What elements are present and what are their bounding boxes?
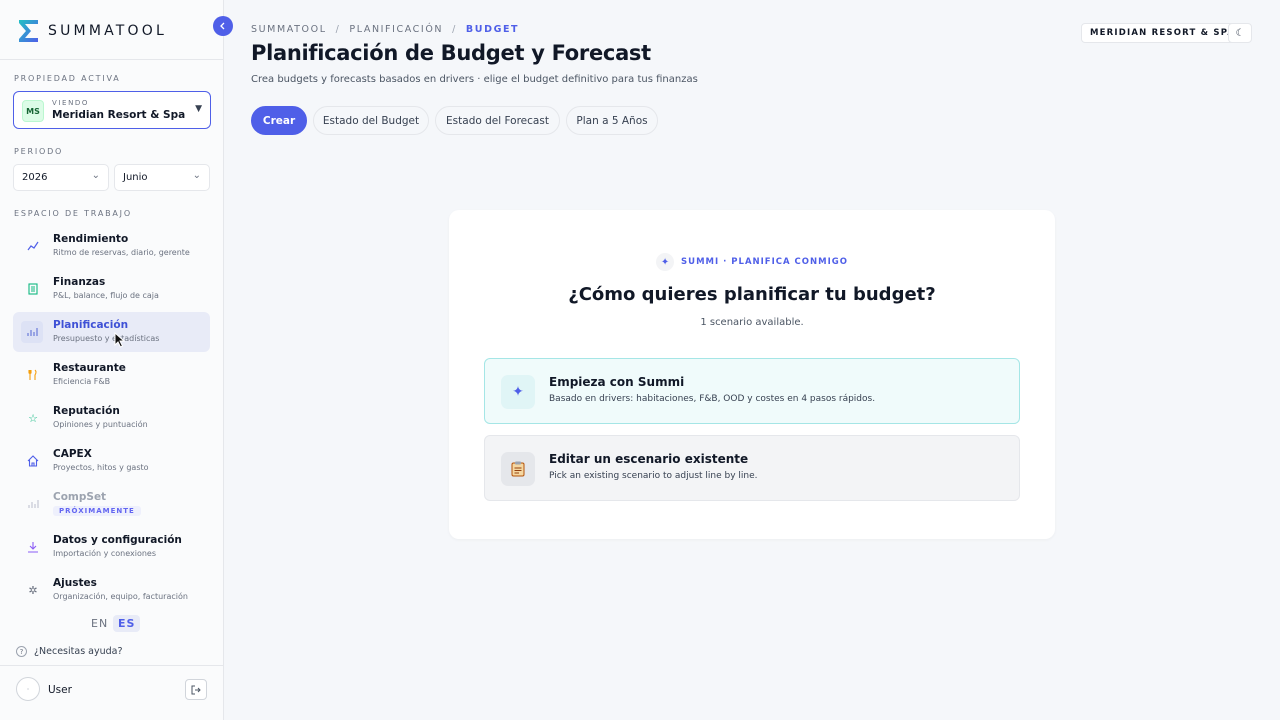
tab-crear[interactable]: Crear — [251, 106, 307, 135]
question-icon: ? — [16, 646, 27, 657]
moon-icon: ☾ — [1235, 27, 1245, 39]
trend-line-icon — [25, 238, 41, 254]
ledger-icon — [25, 281, 41, 297]
page-subtitle: Crea budgets y forecasts basados en driv… — [251, 74, 698, 85]
edit-existing-scenario-option[interactable]: Editar un escenario existente Pick an ex… — [484, 435, 1020, 501]
collapse-sidebar-button[interactable] — [213, 16, 233, 36]
sidebar-item-sub: Eficiencia F&B — [53, 377, 111, 386]
help-text: ¿Necesitas ayuda? — [34, 646, 123, 657]
start-with-summi-option[interactable]: ✦ Empieza con Summi Basado en drivers: h… — [484, 358, 1020, 424]
caret-down-icon: ▼ — [195, 104, 202, 114]
clipboard-icon — [501, 452, 535, 486]
month-value: Junio — [123, 172, 148, 183]
sidebar-item-rendimiento[interactable]: Rendimiento Ritmo de reservas, diario, g… — [13, 226, 210, 266]
breadcrumb: SUMMATOOL / PLANIFICACIÓN / BUDGET — [251, 24, 519, 35]
sidebar-item-datos[interactable]: Datos y configuración Importación y cone… — [13, 527, 210, 567]
sidebar-item-restaurante[interactable]: Restaurante Eficiencia F&B — [13, 355, 210, 395]
option-description: Pick an existing scenario to adjust line… — [549, 471, 758, 481]
sidebar-item-label: Restaurante — [53, 362, 126, 374]
option-title: Editar un escenario existente — [549, 452, 749, 466]
active-property-label: PROPIEDAD ACTIVA — [14, 74, 121, 83]
lang-en-button[interactable]: EN — [91, 617, 108, 630]
card-title: ¿Cómo quieres planificar tu budget? — [568, 284, 936, 305]
option-title: Empieza con Summi — [549, 375, 685, 389]
card-subtitle: 1 scenario available. — [700, 317, 804, 328]
summa-logo-icon — [18, 19, 39, 43]
year-value: 2026 — [22, 172, 48, 183]
sidebar-item-label: CAPEX — [53, 448, 92, 460]
sidebar-item-sub: Importación y conexiones — [53, 549, 157, 558]
gear-icon: ✲ — [28, 583, 38, 597]
help-link[interactable]: ? ¿Necesitas ayuda? — [16, 646, 123, 657]
property-pill[interactable]: MERIDIAN RESORT & SPA — [1081, 23, 1245, 43]
sidebar-item-label: CompSet — [53, 491, 107, 503]
period-label: PERIODO — [14, 147, 64, 156]
app-logo[interactable]: SUMMATOOL — [18, 19, 167, 43]
lang-es-button[interactable]: ES — [113, 615, 141, 632]
sidebar-item-planificacion[interactable]: Planificación Presupuesto y estadísticas — [13, 312, 210, 352]
sidebar-item-sub: Organización, equipo, facturación — [53, 592, 188, 601]
sidebar-item-sub: Opiniones y puntuación — [53, 420, 148, 429]
sidebar: SUMMATOOL PROPIEDAD ACTIVA MS VIENDO Mer… — [0, 0, 224, 720]
chevron-left-icon — [220, 22, 225, 30]
sparkle-icon: ✦ — [656, 253, 675, 271]
planning-card: ✦ SUMMI · PLANIFICA CONMIGO ¿Cómo quiere… — [449, 210, 1055, 539]
sidebar-item-sub: Proyectos, hitos y gasto — [53, 463, 149, 472]
page-title: Planificación de Budget y Forecast — [251, 41, 651, 65]
sidebar-item-sub: Ritmo de reservas, diario, gerente — [53, 248, 190, 257]
sidebar-item-label: Ajustes — [53, 577, 97, 589]
house-icon — [25, 453, 41, 469]
avatar[interactable]: · — [16, 677, 40, 701]
tab-estado-budget[interactable]: Estado del Budget — [313, 106, 429, 135]
month-select[interactable]: Junio ⌄ — [114, 164, 210, 191]
sidebar-item-ajustes[interactable]: ✲ Ajustes Organización, equipo, facturac… — [13, 570, 210, 610]
sidebar-item-sub: Presupuesto y estadísticas — [53, 334, 160, 343]
year-select[interactable]: 2026 ⌄ — [13, 164, 109, 191]
sidebar-item-compset: CompSet PRÓXIMAMENTE — [13, 484, 210, 524]
sparkle-icon: ✦ — [501, 375, 535, 409]
sidebar-item-reputacion[interactable]: ☆ Reputación Opiniones y puntuación — [13, 398, 210, 438]
user-name: User — [48, 684, 72, 696]
breadcrumb-separator: / — [335, 24, 341, 35]
bar-chart-icon — [25, 496, 41, 512]
bar-chart-icon — [21, 321, 43, 343]
divider — [0, 59, 224, 60]
property-avatar: MS — [22, 100, 44, 122]
property-selector[interactable]: MS VIENDO Meridian Resort & Spa ▼ — [13, 91, 211, 129]
tab-estado-forecast[interactable]: Estado del Forecast — [435, 106, 560, 135]
sidebar-item-finanzas[interactable]: Finanzas P&L, balance, flujo de caja — [13, 269, 210, 309]
logout-button[interactable] — [185, 679, 207, 700]
breadcrumb-item[interactable]: SUMMATOOL — [251, 24, 327, 35]
divider — [0, 665, 224, 666]
logout-icon — [191, 685, 201, 694]
viewing-label: VIENDO — [52, 99, 90, 107]
sidebar-item-label: Reputación — [53, 405, 120, 417]
sidebar-item-label: Finanzas — [53, 276, 106, 288]
summi-tag-text: SUMMI · PLANIFICA CONMIGO — [681, 257, 848, 267]
chevron-down-icon: ⌄ — [91, 170, 100, 181]
sidebar-item-capex[interactable]: CAPEX Proyectos, hitos y gasto — [13, 441, 210, 481]
option-description: Basado en drivers: habitaciones, F&B, OO… — [549, 394, 876, 404]
theme-toggle-button[interactable]: ☾ — [1228, 23, 1252, 43]
breadcrumb-current: BUDGET — [465, 24, 520, 35]
breadcrumb-separator: / — [452, 24, 457, 35]
sidebar-item-label: Planificación — [53, 319, 129, 331]
tab-plan-5-anos[interactable]: Plan a 5 Años — [566, 106, 658, 135]
sidebar-item-label: Datos y configuración — [53, 534, 182, 546]
property-name: Meridian Resort & Spa — [52, 109, 186, 121]
coming-soon-badge: PRÓXIMAMENTE — [53, 506, 141, 516]
summi-tag: ✦ SUMMI · PLANIFICA CONMIGO — [449, 253, 1055, 271]
chevron-down-icon: ⌄ — [192, 170, 201, 181]
brand-name: SUMMATOOL — [48, 23, 167, 39]
sidebar-item-label: Rendimiento — [53, 233, 129, 245]
workspace-label: ESPACIO DE TRABAJO — [14, 209, 132, 218]
star-icon: ☆ — [28, 411, 38, 425]
download-icon — [25, 539, 41, 555]
sidebar-item-sub: P&L, balance, flujo de caja — [53, 291, 159, 300]
cutlery-icon — [25, 367, 41, 383]
breadcrumb-item[interactable]: PLANIFICACIÓN — [349, 24, 443, 35]
mouse-cursor-icon — [114, 332, 126, 348]
